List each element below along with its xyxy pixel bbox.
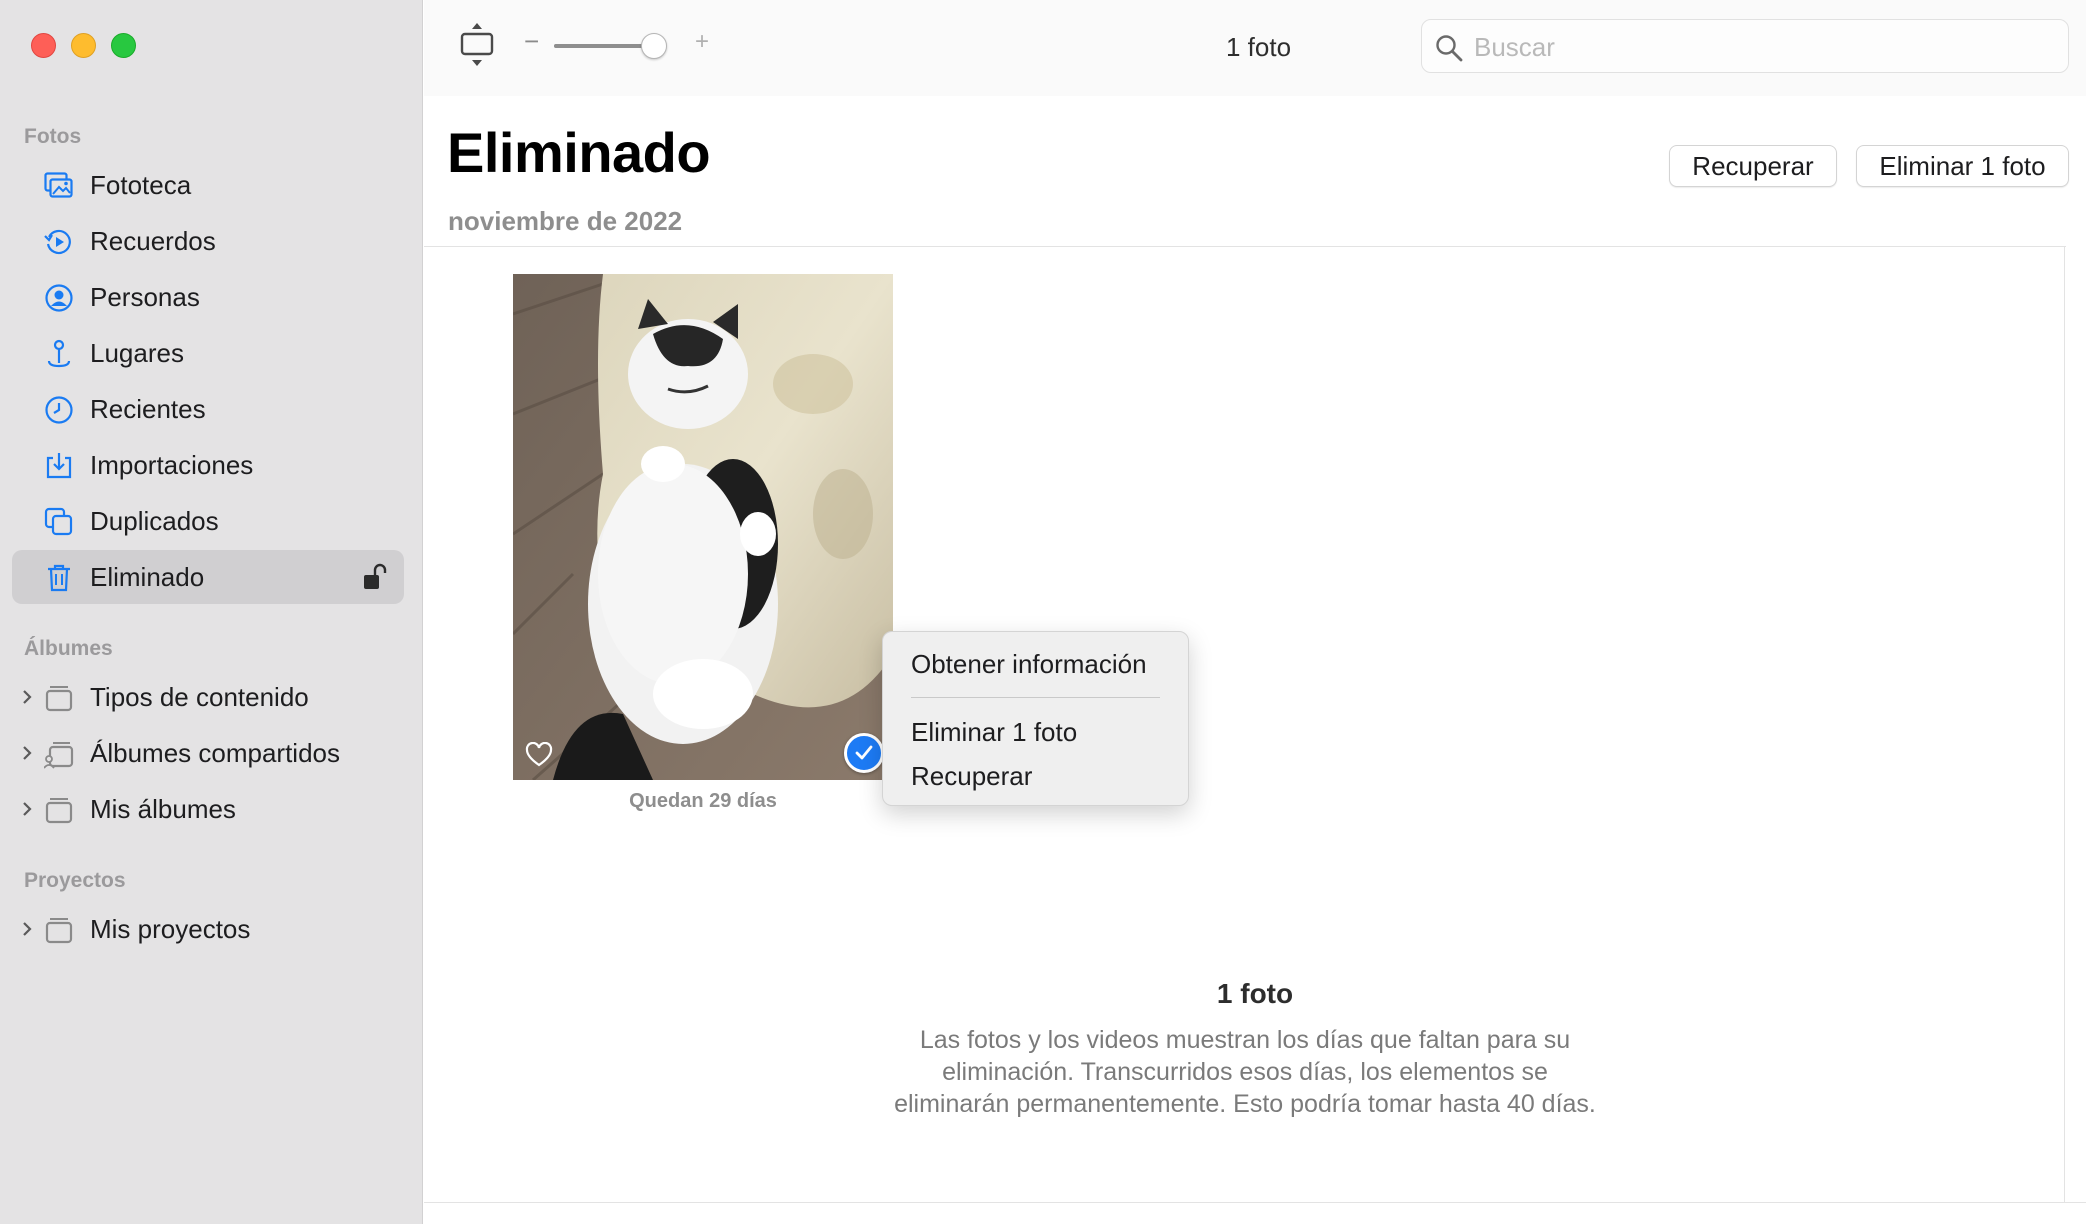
sidebar-item-label: Recientes [90,393,206,424]
memories-icon [44,227,74,257]
menu-item-get-info[interactable]: Obtener información [911,649,1147,680]
delete-photo-button[interactable]: Eliminar 1 foto [1856,145,2069,187]
zoom-out-button[interactable]: − [524,26,539,57]
menu-separator [911,697,1160,698]
photo-library-icon [44,171,74,201]
minimize-window-button[interactable] [71,33,96,58]
sidebar-item-duplicates[interactable]: Duplicados [12,494,404,548]
trash-icon [44,563,74,593]
sidebar-item-label: Personas [90,281,200,312]
shared-album-icon [44,739,74,769]
sidebar-item-label: Álbumes compartidos [90,737,340,768]
footer-count-title: 1 foto [1216,978,1294,1009]
album-stack-icon [44,683,74,713]
sidebar-item-label: Mis proyectos [90,913,251,944]
sidebar-item-label: Eliminado [90,561,205,592]
section-title-albums: Álbumes [24,637,113,660]
photo-thumbnail-cat[interactable] [513,274,893,780]
sidebar-item-shared-albums[interactable]: Álbumes compartidos [12,726,404,780]
sidebar-item-label: Lugares [90,337,184,368]
sidebar-item-label: Fototeca [90,169,192,200]
favorite-heart-icon[interactable] [525,741,553,768]
sidebar-item-media-types[interactable]: Tipos de contenido [12,670,404,724]
sidebar-item-library[interactable]: Fototeca [12,158,404,212]
chevron-right-icon[interactable] [18,740,36,766]
footer-description: Las fotos y los videos muestran los días… [894,1026,1596,1118]
sidebar-item-people[interactable]: Personas [12,270,404,324]
sidebar-item-my-albums[interactable]: Mis álbumes [12,782,404,836]
section-title-projects: Proyectos [24,869,126,892]
cat-photo-image [513,274,893,780]
sidebar-item-label: Tipos de contenido [90,681,309,712]
zoom-in-button[interactable]: + [695,28,709,56]
duplicates-icon [44,507,74,537]
content-border-bottom [424,1202,2086,1203]
sidebar-item-my-projects[interactable]: Mis proyectos [12,902,404,956]
places-icon [44,339,74,369]
search-icon [1434,33,1464,63]
selected-checkmark-icon[interactable] [844,733,884,773]
people-icon [44,283,74,313]
date-subtitle: noviembre de 2022 [448,206,683,236]
context-menu: Obtener información Eliminar 1 foto Recu… [882,631,1189,806]
chevron-right-icon[interactable] [18,684,36,710]
photo-count: 1 foto [1226,32,1292,62]
header-divider [424,246,2066,247]
sidebar-item-deleted[interactable]: Eliminado [12,550,404,604]
search-input[interactable] [1474,29,2054,65]
sidebar-item-label: Recuerdos [90,225,216,256]
menu-item-recover[interactable]: Recuperar [911,761,1032,792]
page-title: Eliminado [447,121,711,184]
zoom-slider-knob[interactable] [640,33,667,59]
section-title-photos: Fotos [24,125,82,148]
sidebar-item-recents[interactable]: Recientes [12,382,404,436]
slideshow-toggle-icon[interactable] [459,22,495,68]
clock-icon [44,395,74,425]
sidebar-item-label: Mis álbumes [90,793,236,824]
sidebar-item-imports[interactable]: Importaciones [12,438,404,492]
sidebar-item-label: Duplicados [90,505,219,536]
sidebar-item-memories[interactable]: Recuerdos [12,214,404,268]
chevron-right-icon[interactable] [18,916,36,942]
album-stack-icon [44,795,74,825]
unlock-icon[interactable] [362,562,390,592]
sidebar: Fotos Fototeca Recuerdos Personas Lugare… [0,0,423,1224]
chevron-right-icon[interactable] [18,796,36,822]
content-border-right [2064,246,2065,1202]
days-remaining-caption: Quedan 29 días [629,790,777,812]
menu-item-delete-photo[interactable]: Eliminar 1 foto [911,717,1077,748]
sidebar-item-places[interactable]: Lugares [12,326,404,380]
close-window-button[interactable] [31,33,56,58]
album-stack-icon [44,915,74,945]
recover-button[interactable]: Recuperar [1669,145,1837,187]
zoom-window-button[interactable] [111,33,136,58]
search-field[interactable] [1421,19,2069,73]
zoom-slider-fill [554,44,644,48]
import-icon [44,451,74,481]
sidebar-item-label: Importaciones [90,449,254,480]
